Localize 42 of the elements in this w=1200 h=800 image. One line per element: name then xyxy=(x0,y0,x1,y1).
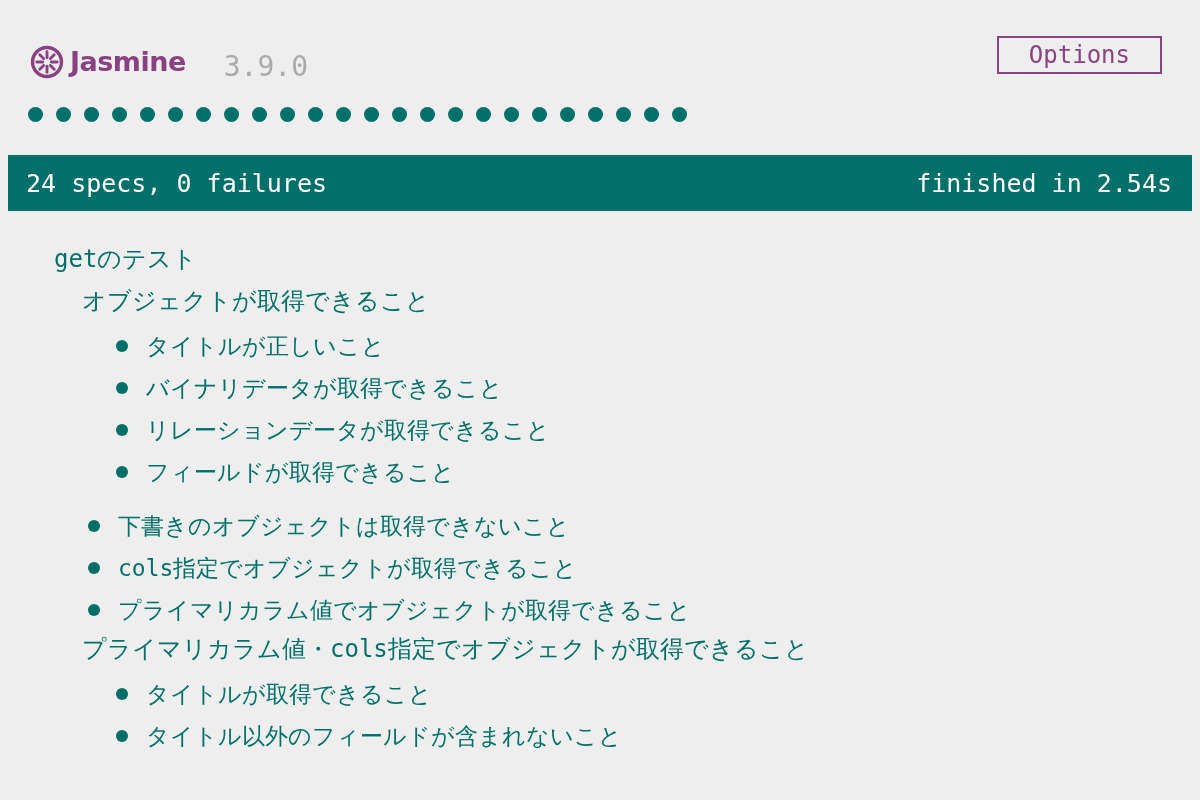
spec-result-dot-icon[interactable] xyxy=(224,107,239,122)
suite-title[interactable]: getのテスト xyxy=(54,241,1192,277)
spec-result-dot-icon[interactable] xyxy=(420,107,435,122)
summary-text: 24 specs, 0 failures xyxy=(26,168,328,198)
spec-title[interactable]: バイナリデータが取得できること xyxy=(146,372,503,404)
spec-result-dot-icon[interactable] xyxy=(476,107,491,122)
spec-result-dot-icon[interactable] xyxy=(168,107,183,122)
spec-result-dot-icon[interactable] xyxy=(588,107,603,122)
suite-title[interactable]: プライマリカラム値・cols指定でオブジェクトが取得できること xyxy=(82,631,1192,667)
spec-result-dot-icon[interactable] xyxy=(336,107,351,122)
spec-result-dot-icon[interactable] xyxy=(448,107,463,122)
app-title: Jasmine xyxy=(70,46,186,77)
options-button[interactable]: Options xyxy=(996,36,1162,74)
spec-result-dot-icon[interactable] xyxy=(280,107,295,122)
spec-title[interactable]: リレーションデータが取得できること xyxy=(146,414,550,446)
spec-title[interactable]: 下書きのオブジェクトは取得できないこと xyxy=(118,510,570,542)
spec-title[interactable]: プライマリカラム値でオブジェクトが取得できること xyxy=(118,594,691,626)
spec-result-dot-icon[interactable] xyxy=(112,107,127,122)
spec-result-dot-icon[interactable] xyxy=(56,107,71,122)
duration-text: finished in 2.54s xyxy=(916,168,1172,198)
logo-icon xyxy=(30,44,64,79)
spec-title[interactable]: フィールドが取得できること xyxy=(146,456,455,488)
spec-result-dot-icon[interactable] xyxy=(616,107,631,122)
spec-title[interactable]: タイトルが正しいこと xyxy=(146,330,385,362)
spec-result-dot-icon[interactable] xyxy=(672,107,687,122)
spec-result-dot-icon[interactable] xyxy=(504,107,519,122)
spec-result-dot-icon[interactable] xyxy=(84,107,99,122)
spec-result-dot-icon[interactable] xyxy=(532,107,547,122)
spec-result-dot-icon[interactable] xyxy=(308,107,323,122)
spec-result-dot-icon[interactable] xyxy=(252,107,267,122)
spec-result-dot-icon[interactable] xyxy=(28,107,43,122)
version-label: 3.9.0 xyxy=(223,50,309,83)
spec-result-dot-icon[interactable] xyxy=(364,107,379,122)
spec-result-dot-icon[interactable] xyxy=(392,107,407,122)
spec-result-dot-icon[interactable] xyxy=(560,107,575,122)
spec-result-dot-icon[interactable] xyxy=(644,107,659,122)
spec-title[interactable]: タイトル以外のフィールドが含まれないこと xyxy=(146,720,622,752)
spec-title[interactable]: cols指定でオブジェクトが取得できること xyxy=(118,552,578,584)
spec-result-dot-icon[interactable] xyxy=(140,107,155,122)
spec-result-dot-icon[interactable] xyxy=(196,107,211,122)
suite-title[interactable]: オブジェクトが取得できること xyxy=(82,283,1192,319)
spec-title[interactable]: タイトルが取得できること xyxy=(146,678,432,710)
